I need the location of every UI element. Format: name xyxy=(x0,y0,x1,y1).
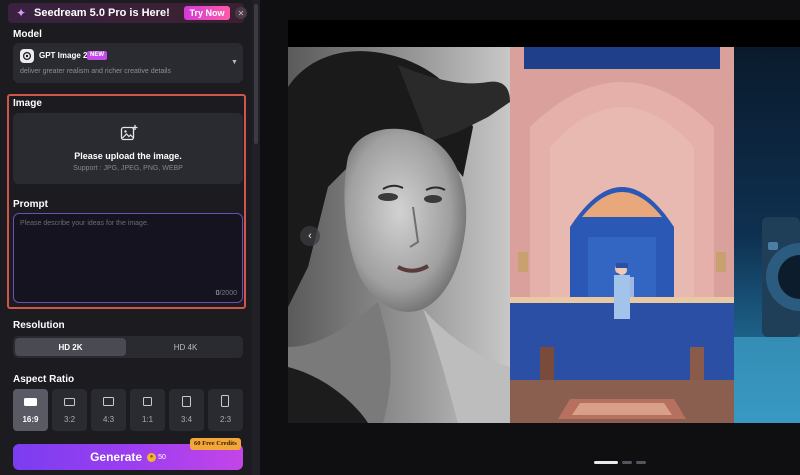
promo-text: Seedream 5.0 Pro is Here! xyxy=(34,7,170,19)
free-credits-badge: 60 Free Credits xyxy=(190,438,241,450)
resolution-section-label: Resolution xyxy=(13,320,65,331)
ratio-3-4-icon xyxy=(182,396,191,407)
image-upload-area[interactable]: Please upload the image. Support : JPG, … xyxy=(13,113,243,184)
aspect-ratio-1-1[interactable]: 1:1 xyxy=(130,389,165,431)
ratio-label: 3:4 xyxy=(180,415,193,424)
prompt-placeholder: Please describe your ideas for the image… xyxy=(20,220,149,227)
aspect-ratio-3-2[interactable]: 3:2 xyxy=(52,389,87,431)
hallway-illustration xyxy=(510,47,734,423)
carousel-dot-3[interactable] xyxy=(636,461,646,464)
ratio-1-1-icon xyxy=(143,397,152,406)
carousel-dot-2[interactable] xyxy=(622,461,632,464)
model-select[interactable]: GPT Image 2 NEW deliver greater realism … xyxy=(13,43,243,83)
ratio-label: 16:9 xyxy=(22,415,39,424)
sidebar-panel: ✦ Seedream 5.0 Pro is Here! Try Now ✕ Mo… xyxy=(0,0,252,475)
resolution-option-4k[interactable]: HD 4K xyxy=(130,338,241,356)
ratio-label: 2:3 xyxy=(219,415,232,424)
ratio-4-3-icon xyxy=(103,397,114,406)
aspect-ratio-options: 16:9 3:2 4:3 1:1 3:4 2:3 xyxy=(13,389,243,431)
generate-label: Generate xyxy=(90,450,143,464)
camera-illustration xyxy=(734,47,800,423)
prev-image-button[interactable]: ‹ xyxy=(300,226,320,246)
prompt-char-max: /2000 xyxy=(219,290,237,297)
close-icon[interactable]: ✕ xyxy=(235,7,247,19)
carousel-dot-1[interactable] xyxy=(594,461,618,464)
ratio-label: 3:2 xyxy=(63,415,76,424)
openai-logo-icon xyxy=(20,49,34,63)
portrait-illustration xyxy=(288,47,510,423)
try-now-button[interactable]: Try Now xyxy=(184,6,230,20)
aspect-ratio-16-9[interactable]: 16:9 xyxy=(13,389,48,431)
gallery-image-hallway[interactable] xyxy=(510,47,734,423)
prompt-textarea[interactable]: Please describe your ideas for the image… xyxy=(13,213,243,303)
model-name: GPT Image 2 xyxy=(39,51,88,60)
ratio-3-2-icon xyxy=(64,398,75,406)
gallery-image-portrait[interactable] xyxy=(288,47,510,423)
image-section-label: Image xyxy=(13,98,42,109)
gallery-image-camera[interactable] xyxy=(734,47,800,423)
upload-support-text: Support : JPG, JPEG, PNG, WEBP xyxy=(73,165,183,172)
showcase-gallery xyxy=(288,20,800,423)
prompt-section-label: Prompt xyxy=(13,199,48,210)
ratio-2-3-icon xyxy=(221,395,229,407)
model-description: deliver greater realism and richer creat… xyxy=(20,68,171,75)
sparkle-icon: ✦ xyxy=(16,6,27,20)
ratio-label: 4:3 xyxy=(102,415,115,424)
add-image-icon xyxy=(120,125,138,141)
ratio-label: 1:1 xyxy=(141,415,154,424)
ratio-16-9-icon xyxy=(24,398,37,406)
aspect-ratio-2-3[interactable]: 2:3 xyxy=(208,389,243,431)
new-badge: NEW xyxy=(87,51,107,60)
promo-banner[interactable]: ✦ Seedream 5.0 Pro is Here! Try Now ✕ xyxy=(8,3,247,23)
sidebar-scroll-thumb[interactable] xyxy=(254,4,258,144)
resolution-option-2k[interactable]: HD 2K xyxy=(15,338,126,356)
coin-icon: ● xyxy=(147,452,157,462)
upload-title: Please upload the image. xyxy=(74,151,182,161)
model-section-label: Model xyxy=(13,29,42,40)
prompt-char-counter: 0/2000 xyxy=(216,290,237,297)
generate-cost: 50 xyxy=(158,453,166,461)
chevron-down-icon[interactable]: ▼ xyxy=(231,59,238,66)
aspect-ratio-section-label: Aspect Ratio xyxy=(13,374,75,385)
aspect-ratio-4-3[interactable]: 4:3 xyxy=(91,389,126,431)
aspect-ratio-3-4[interactable]: 3:4 xyxy=(169,389,204,431)
resolution-toggle: HD 2K HD 4K xyxy=(13,336,243,358)
